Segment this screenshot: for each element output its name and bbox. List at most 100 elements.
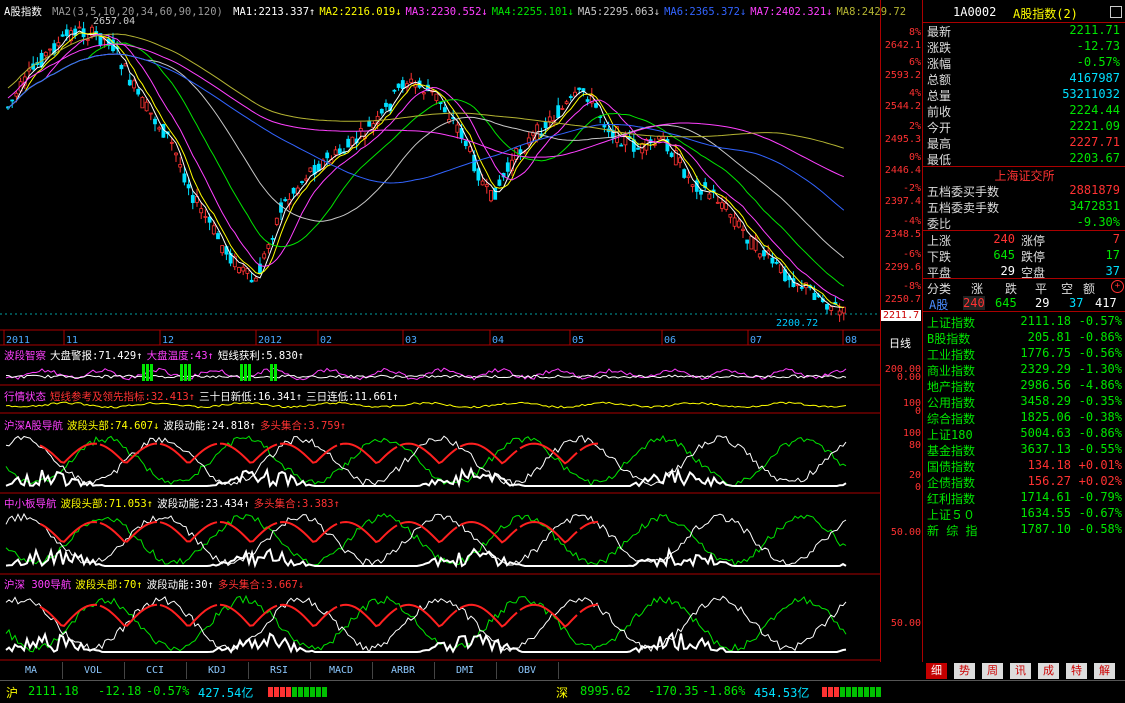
index-change: -0.38% [1078, 410, 1122, 424]
stock-code: 1A0002 [953, 5, 997, 19]
y-pct-label: 2% [908, 121, 921, 132]
tab-cci[interactable]: CCI [124, 662, 187, 679]
candle-body [308, 167, 313, 172]
panel-tab[interactable]: 特 [1066, 663, 1087, 679]
x-label: 06 [664, 335, 677, 346]
x-label: 2012 [258, 335, 283, 346]
ind3-y-label: 0 [914, 482, 921, 493]
candle-body [266, 244, 271, 249]
index-price: 205.81 [1027, 330, 1071, 344]
ma-line [7, 33, 844, 149]
index-change: -1.30% [1078, 362, 1122, 376]
ind4-header: 中小板导航 波段头部:71.053↑ 波段动能:23.434↑ 多头集合:3.383↑ [4, 496, 348, 511]
category-row-a-shares[interactable]: A股 240 645 29 37 417 [923, 295, 1125, 312]
index-row[interactable]: 新 综 指 1787.10 -0.58% [923, 521, 1125, 538]
tab-rsi[interactable]: RSI [248, 662, 311, 679]
tab-arbr[interactable]: ARBR [372, 662, 435, 679]
index-row[interactable]: 基金指数 3637.13 -0.55% [923, 441, 1125, 458]
indicator-tabs: MA VOL CCI KDJ RSI MACD ARBR DMI OBV [0, 662, 922, 680]
panel-tab[interactable]: 周 [982, 663, 1003, 679]
y-pct-label: 6% [908, 57, 921, 68]
index-row[interactable]: B股指数 205.81 -0.86% [923, 329, 1125, 346]
index-row[interactable]: 地产指数 2986.56 -4.86% [923, 377, 1125, 394]
panel-tab[interactable]: 细 [926, 663, 947, 679]
panel-tab[interactable]: 势 [954, 663, 975, 679]
sh-breadth-bar [268, 687, 328, 697]
ind3-header: 沪深A股导航 波段头部:74.607↓ 波段动能:24.818↑ 多头集合:3.759… [4, 418, 354, 433]
category-header: 分类涨跌平空额 [923, 279, 1125, 296]
ind2-name: 行情状态 [4, 391, 46, 403]
quote-value: 2224.44 [1069, 103, 1120, 117]
index-change: -0.55% [1078, 442, 1122, 456]
candle-body [568, 96, 573, 98]
quote-value: 2227.71 [1069, 135, 1120, 149]
chart-area[interactable]: A股指数 MA2(3,5,10,20,34,60,90,120) MA1:221… [0, 0, 906, 662]
y-pct-label: 8% [908, 27, 921, 38]
y-pct-label: 4% [908, 88, 921, 99]
candle-body [241, 266, 246, 272]
index-row[interactable]: 上证180 5004.63 -0.86% [923, 425, 1125, 442]
order-value: 2881879 [1069, 183, 1120, 197]
ma-line [7, 32, 844, 309]
index-row[interactable]: 上证５０ 1634.55 -0.67% [923, 505, 1125, 522]
stock-name: A股指数(2) [1013, 7, 1078, 21]
kline-chart[interactable] [0, 0, 880, 662]
index-change: +0.02% [1078, 474, 1122, 488]
quote-row: 最高 2227.71 [923, 134, 1125, 151]
index-change: +0.01% [1078, 458, 1122, 472]
ma-line [7, 42, 845, 287]
tab-macd[interactable]: MACD [310, 662, 373, 679]
tab-obv[interactable]: OBV [496, 662, 559, 679]
ind3-momentum-line [5, 435, 847, 488]
candle-body [560, 108, 565, 110]
sh-name: 沪 [6, 686, 19, 700]
ind1-signal-bar [188, 364, 191, 381]
candle-body [262, 253, 267, 259]
tab-dmi[interactable]: DMI [434, 662, 497, 679]
index-row[interactable]: 综合指数 1825.06 -0.38% [923, 409, 1125, 426]
index-change: -0.67% [1078, 506, 1122, 520]
panel-tab[interactable]: 成 [1038, 663, 1059, 679]
y-price-label: 2299.6 [884, 262, 921, 273]
panel-tab[interactable]: 讯 [1010, 663, 1031, 679]
index-price: 1634.55 [1020, 506, 1071, 520]
index-row[interactable]: 企债指数 156.27 +0.02% [923, 473, 1125, 490]
x-label: 07 [750, 335, 763, 346]
candle-body [367, 121, 372, 127]
quote-row: 涨跌 -12.73 [923, 38, 1125, 55]
sh-pct: -0.57% [146, 684, 190, 698]
category-flat: 29 [1035, 296, 1050, 310]
tab-kdj[interactable]: KDJ [186, 662, 249, 679]
ind1-signal-bar [274, 364, 277, 381]
add-category-icon[interactable]: + [1111, 280, 1124, 293]
index-change: -0.58% [1078, 522, 1122, 536]
ind3-item-1: 波段头部:74.607↓ [66, 420, 160, 432]
tab-ma[interactable]: MA [0, 662, 63, 679]
panel-tab[interactable]: 解 [1094, 663, 1115, 679]
index-row[interactable]: 工业指数 1776.75 -0.56% [923, 345, 1125, 362]
index-row[interactable]: 公用指数 3458.29 -0.35% [923, 393, 1125, 410]
candle-body [216, 233, 220, 240]
candle-body [732, 217, 737, 227]
ind3-name: 沪深A股导航 [4, 420, 63, 432]
sz-amount: 454.53亿 [754, 686, 810, 700]
breadth-row: 上涨 240 涨停 7 [923, 231, 1125, 248]
index-row[interactable]: 商业指数 2329.29 -1.30% [923, 361, 1125, 378]
candle-body [291, 187, 296, 194]
index-row[interactable]: 红利指数 1714.61 -0.79% [923, 489, 1125, 506]
candle-body [745, 239, 750, 244]
tab-vol[interactable]: VOL [62, 662, 125, 679]
ind2-item-2: 三十日新低:16.341↑ [199, 391, 303, 403]
candle-body [463, 140, 468, 147]
candle-body [531, 132, 535, 136]
order-value: -9.30% [1076, 215, 1120, 229]
index-row[interactable]: 上证指数 2111.18 -0.57% [923, 313, 1125, 330]
index-change: -4.86% [1078, 378, 1122, 392]
index-row[interactable]: 国债指数 134.18 +0.01% [923, 457, 1125, 474]
candle-body [136, 89, 141, 95]
panel-toggle-icon[interactable] [1110, 6, 1122, 18]
main-title: A股指数 [4, 6, 42, 18]
ind5-item-1: 波段头部:70↑ [75, 579, 143, 591]
quote-panel: 1A0002 A股指数(2) 最新 2211.71 涨跌 -12.73 涨幅 -0.57%… [922, 0, 1125, 662]
period-label[interactable]: 日线 [889, 335, 911, 351]
